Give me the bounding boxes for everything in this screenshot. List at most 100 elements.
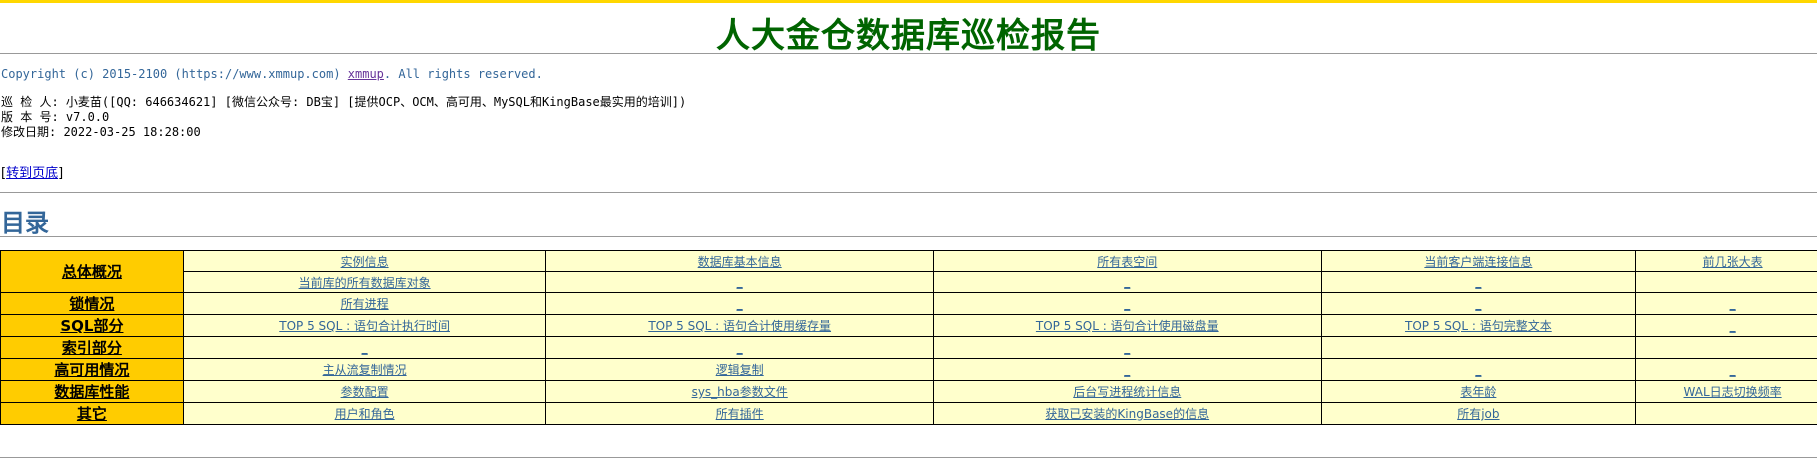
toc-category[interactable]: 锁情况 <box>0 292 184 315</box>
toc-cell: 所有进程 <box>182 292 547 315</box>
toc-cell: _ <box>1320 358 1637 381</box>
toc-link[interactable]: 后台写进程统计信息 <box>1073 385 1181 399</box>
toc-cell: _ <box>932 292 1322 315</box>
toc-cell: sys_hba参数文件 <box>545 380 934 403</box>
toc-cell: TOP 5 SQL : 语句完整文本 <box>1320 314 1637 337</box>
toc-link[interactable]: _ <box>362 341 368 355</box>
toc-link[interactable]: sys_hba参数文件 <box>692 385 788 399</box>
toc-cell: 后台写进程统计信息 <box>932 380 1322 403</box>
toc-cell: TOP 5 SQL : 语句合计使用缓存量 <box>545 314 934 337</box>
toc-category[interactable]: 数据库性能 <box>0 380 184 403</box>
toc-category[interactable]: 高可用情况 <box>0 358 184 381</box>
toc-link[interactable]: 所有表空间 <box>1097 255 1157 269</box>
toc-cell: 所有表空间 <box>932 250 1322 272</box>
toc-cell: _ <box>932 271 1322 293</box>
divider <box>0 53 1817 54</box>
toc-cell: _ <box>182 336 547 359</box>
toc-cell: 所有job <box>1320 402 1637 425</box>
modified-date: 修改日期: 2022-03-25 18:28:00 <box>1 125 201 139</box>
toc-cell <box>1320 336 1637 359</box>
toc-cell: 当前客户端连接信息 <box>1320 250 1637 272</box>
toc-link[interactable]: 主从流复制情况 <box>323 363 407 377</box>
toc-cell: _ <box>545 336 934 359</box>
toc-cell <box>1635 402 1817 425</box>
toc-link[interactable]: 逻辑复制 <box>716 363 764 377</box>
toc-heading: 目录 <box>1 209 49 237</box>
toc-cell: _ <box>932 336 1322 359</box>
copyright-prefix: Copyright (c) 2015-2100 (https://www.xmm… <box>1 67 348 81</box>
toc-table: 总体概况 实例信息 数据库基本信息 所有表空间 当前客户端连接信息 前几张大表当前库的所有… <box>0 250 1817 425</box>
copyright-line: Copyright (c) 2015-2100 (https://www.xmm… <box>1 67 543 81</box>
divider <box>0 457 1817 458</box>
toc-link[interactable]: _ <box>1475 363 1481 377</box>
report-title: 人大金仓数据库巡检报告 <box>716 16 1101 56</box>
toc-cell: 主从流复制情况 <box>182 358 547 381</box>
toc-row: 高可用情况 主从流复制情况 逻辑复制 _ _ _ <box>0 358 1817 381</box>
toc-cell: _ <box>932 358 1322 381</box>
goto-bottom-link[interactable]: 转到页底 <box>6 166 58 181</box>
copyright-suffix: . All rights reserved. <box>383 67 543 81</box>
toc-link[interactable]: TOP 5 SQL : 语句合计使用缓存量 <box>648 319 831 333</box>
toc-link[interactable]: _ <box>1730 297 1736 311</box>
toc-link[interactable]: _ <box>1475 297 1481 311</box>
toc-cell: _ <box>545 292 934 315</box>
toc-link[interactable]: _ <box>737 297 743 311</box>
toc-link[interactable]: _ <box>1730 319 1736 333</box>
toc-cell: 前几张大表 <box>1635 250 1817 272</box>
toc-cell: 实例信息 <box>182 250 547 272</box>
toc-link[interactable]: _ <box>1124 275 1130 289</box>
toc-cell: TOP 5 SQL : 语句合计执行时间 <box>182 314 547 337</box>
toc-link[interactable]: TOP 5 SQL : 语句完整文本 <box>1405 319 1552 333</box>
toc-cell: _ <box>1320 271 1637 293</box>
toc-link[interactable]: _ <box>1124 341 1130 355</box>
toc-link[interactable]: _ <box>737 341 743 355</box>
toc-link[interactable]: 所有进程 <box>341 297 389 311</box>
toc-row: 索引部分 _ _ _ <box>0 336 1817 359</box>
toc-link[interactable]: TOP 5 SQL : 语句合计执行时间 <box>279 319 450 333</box>
toc-link[interactable]: _ <box>1730 363 1736 377</box>
toc-cell: 获取已安装的KingBase的信息 <box>932 402 1322 425</box>
toc-link[interactable]: 所有插件 <box>716 407 764 421</box>
toc-row: 数据库性能 参数配置 sys_hba参数文件 后台写进程统计信息 表年龄 WAL日志切换频… <box>0 380 1817 403</box>
toc-link[interactable]: 前几张大表 <box>1703 255 1763 269</box>
toc-cell: 逻辑复制 <box>545 358 934 381</box>
toc-category[interactable]: 总体概况 <box>0 250 184 293</box>
toc-cell: 参数配置 <box>182 380 547 403</box>
toc-category[interactable]: 其它 <box>0 402 184 425</box>
toc-row: 总体概况 实例信息 数据库基本信息 所有表空间 当前客户端连接信息 前几张大表 <box>0 250 1817 293</box>
toc-link[interactable]: 参数配置 <box>341 385 389 399</box>
toc-cell: 数据库基本信息 <box>545 250 934 272</box>
toc-cell: 所有插件 <box>545 402 934 425</box>
toc-link[interactable]: 当前客户端连接信息 <box>1424 255 1532 269</box>
toc-link[interactable]: WAL日志切换频率 <box>1684 385 1782 399</box>
toc-row: 其它 用户和角色 所有插件 获取已安装的KingBase的信息 所有job <box>0 402 1817 425</box>
toc-cell: WAL日志切换频率 <box>1635 380 1817 403</box>
toc-cell <box>1635 271 1817 293</box>
toc-link[interactable]: _ <box>1124 297 1130 311</box>
toc-link[interactable]: 用户和角色 <box>335 407 395 421</box>
toc-link[interactable]: _ <box>737 275 743 289</box>
toc-category[interactable]: SQL部分 <box>0 314 184 337</box>
toc-link[interactable]: 当前库的所有数据库对象 <box>299 276 431 290</box>
copyright-link[interactable]: xmmup <box>348 67 384 81</box>
toc-link[interactable]: _ <box>1475 275 1481 289</box>
toc-link[interactable]: 获取已安装的KingBase的信息 <box>1045 407 1209 421</box>
toc-category[interactable]: 索引部分 <box>0 336 184 359</box>
toc-cell: _ <box>1635 314 1817 337</box>
goto-bottom: [转到页底] <box>1 166 64 181</box>
toc-link[interactable]: 数据库基本信息 <box>698 255 782 269</box>
top-accent-bar <box>0 0 1817 3</box>
divider <box>0 192 1817 193</box>
toc-cell: _ <box>1320 292 1637 315</box>
toc-cell: _ <box>1635 358 1817 381</box>
toc-link[interactable]: 所有job <box>1457 407 1499 421</box>
toc-cell: _ <box>545 271 934 293</box>
toc-link[interactable]: 表年龄 <box>1460 385 1496 399</box>
toc-cell: 表年龄 <box>1320 380 1637 403</box>
toc-cell: _ <box>1635 292 1817 315</box>
toc-cell: 用户和角色 <box>182 402 547 425</box>
toc-row: SQL部分 TOP 5 SQL : 语句合计执行时间 TOP 5 SQL : 语句合… <box>0 314 1817 337</box>
toc-link[interactable]: 实例信息 <box>341 255 389 269</box>
toc-link[interactable]: _ <box>1124 363 1130 377</box>
toc-link[interactable]: TOP 5 SQL : 语句合计使用磁盘量 <box>1036 319 1219 333</box>
